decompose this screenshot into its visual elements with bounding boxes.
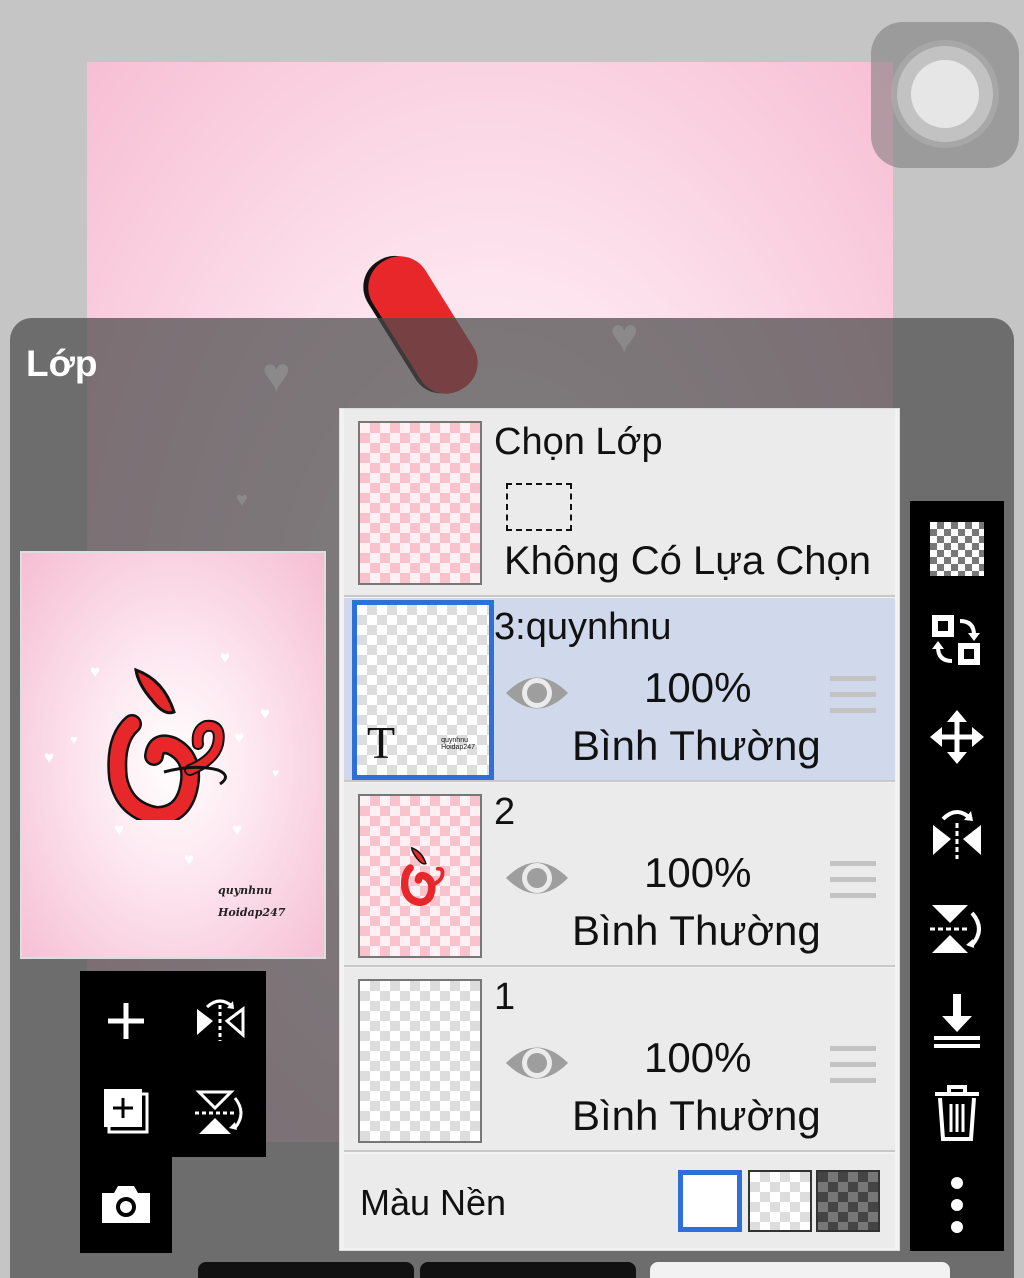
heart-decoration: ♥	[610, 310, 639, 363]
selection-layer-row[interactable]: Chọn Lớp Không Có Lựa Chọn	[344, 409, 895, 597]
visibility-eye-icon[interactable]	[504, 855, 570, 901]
add-layer-icon[interactable]	[98, 993, 154, 1049]
assistive-touch-button[interactable]	[871, 22, 1019, 168]
layer-actions-toolbar	[80, 971, 266, 1157]
layer-thumbnail	[358, 979, 482, 1143]
background-color-row: Màu Nền	[344, 1154, 895, 1248]
layer-opacity[interactable]: 100%	[644, 664, 751, 712]
layer-opacity[interactable]: 100%	[644, 849, 751, 897]
background-dark-swatch[interactable]	[816, 1170, 880, 1232]
selection-rect-icon	[506, 483, 572, 531]
layer-name: 3:quynhnu	[494, 606, 672, 648]
layer-blend-mode[interactable]: Bình Thường	[572, 1092, 821, 1140]
flip-vertical-icon[interactable]	[910, 889, 1004, 969]
flip-horizontal-icon[interactable]	[188, 991, 252, 1051]
flip-vertical-icon[interactable]	[188, 1083, 252, 1143]
swap-layer-icon[interactable]	[910, 601, 1004, 681]
drag-handle-icon[interactable]	[830, 861, 876, 901]
panel-title: Lớp	[26, 343, 98, 384]
selection-title: Chọn Lớp	[494, 421, 663, 463]
drag-handle-icon[interactable]	[830, 676, 876, 716]
visibility-eye-icon[interactable]	[504, 1040, 570, 1086]
background-transparent-swatch[interactable]	[748, 1170, 812, 1232]
background-white-swatch[interactable]	[678, 1170, 742, 1232]
visibility-eye-icon[interactable]	[504, 670, 570, 716]
layer-row[interactable]: T quynhnu Hoidap247 3:quynhnu 100% Bình T…	[344, 598, 895, 782]
layer-tools-toolbar	[910, 501, 1004, 1251]
selection-thumbnail	[358, 421, 482, 585]
more-icon[interactable]	[910, 1165, 1004, 1245]
bottom-tab[interactable]	[420, 1262, 636, 1278]
watermark-line: Hoidap247	[218, 906, 286, 919]
text-layer-icon: T	[367, 717, 396, 768]
drag-handle-icon[interactable]	[830, 1046, 876, 1086]
layer-blend-mode[interactable]: Bình Thường	[572, 722, 821, 770]
artwork-mark	[107, 667, 227, 820]
camera-icon[interactable]	[98, 1179, 154, 1229]
flip-horizontal-icon[interactable]	[910, 793, 1004, 873]
bottom-tab[interactable]	[650, 1262, 950, 1278]
merge-down-icon[interactable]	[910, 981, 1004, 1061]
layer-list: Chọn Lớp Không Có Lựa Chọn T quynhnu Hoid…	[339, 408, 900, 1251]
heart-decoration: ♥	[262, 349, 291, 402]
layer-row[interactable]: 1 100% Bình Thường	[344, 968, 895, 1152]
layer-thumbnail: T quynhnu Hoidap247	[352, 600, 494, 780]
transparency-icon[interactable]	[910, 509, 1004, 589]
watermark-line: quynhnu	[218, 884, 273, 897]
selection-status: Không Có Lựa Chọn	[504, 539, 872, 583]
add-folder-icon[interactable]	[98, 1083, 154, 1139]
bottom-tab[interactable]	[198, 1262, 414, 1278]
background-color-label: Màu Nền	[360, 1182, 507, 1223]
camera-toolbar	[80, 1157, 172, 1253]
layer-opacity[interactable]: 100%	[644, 1034, 751, 1082]
layer-thumbnail	[358, 794, 482, 958]
layer-name: 2	[494, 791, 516, 833]
layer-blend-mode[interactable]: Bình Thường	[572, 907, 821, 955]
trash-icon[interactable]	[910, 1073, 1004, 1153]
layer-row[interactable]: 2 100% Bình Thường	[344, 783, 895, 967]
move-icon[interactable]	[910, 697, 1004, 777]
layer-name: 1	[494, 976, 516, 1018]
heart-decoration: ♥	[236, 489, 248, 511]
